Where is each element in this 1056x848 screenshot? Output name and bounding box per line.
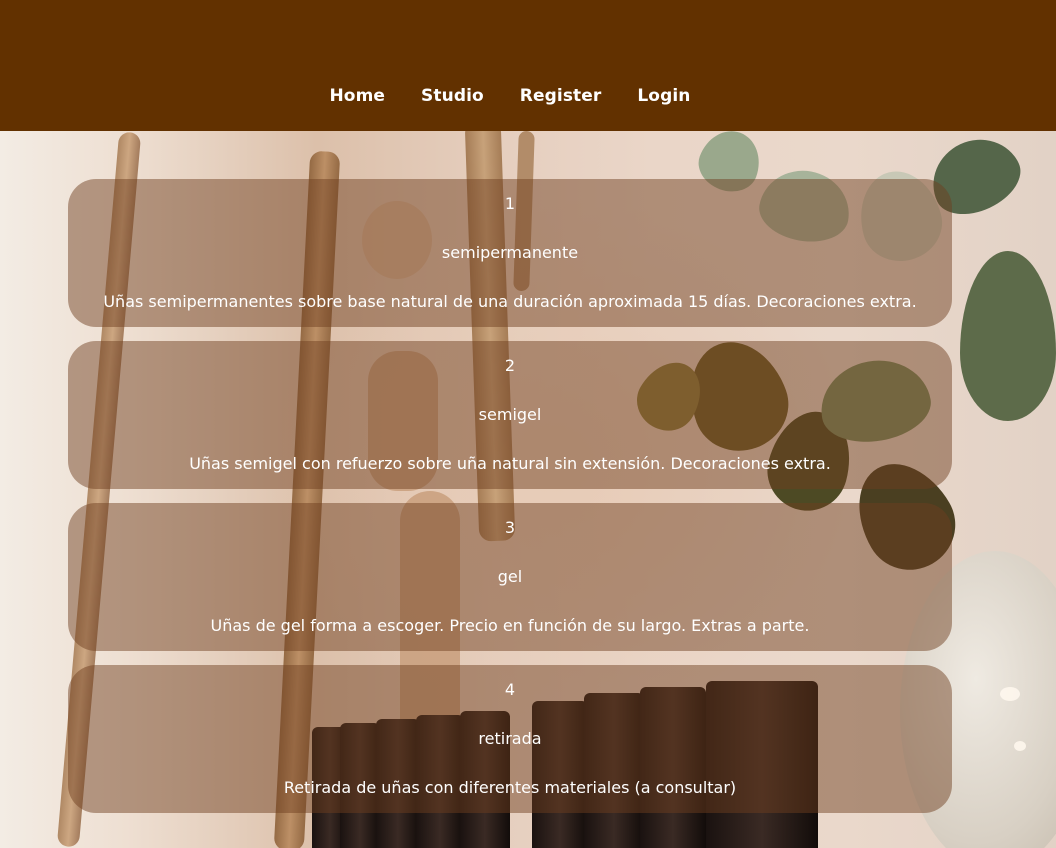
service-number: 4 xyxy=(504,680,516,699)
nav-link-home[interactable]: Home xyxy=(329,86,385,106)
service-name: semipermanente xyxy=(441,243,579,262)
nav-link-register[interactable]: Register xyxy=(520,86,602,106)
nav-link-studio[interactable]: Studio xyxy=(421,86,484,106)
service-description: Uñas semigel con refuerzo sobre uña natu… xyxy=(189,454,831,473)
service-description: Uñas de gel forma a escoger. Precio en f… xyxy=(210,616,810,635)
service-card: 4 retirada Retirada de uñas con diferent… xyxy=(68,665,952,813)
eucalyptus-leaf xyxy=(960,251,1056,421)
service-number: 2 xyxy=(504,356,516,375)
services-list: 1 semipermanente Uñas semipermanentes so… xyxy=(68,179,952,827)
nav-link-login[interactable]: Login xyxy=(637,86,690,106)
main-nav: Home Studio Register Login xyxy=(0,86,1020,106)
light-glare xyxy=(1014,741,1026,751)
service-description: Uñas semipermanentes sobre base natural … xyxy=(103,292,917,311)
service-name: gel xyxy=(497,567,523,586)
service-card: 2 semigel Uñas semigel con refuerzo sobr… xyxy=(68,341,952,489)
service-description: Retirada de uñas con diferentes material… xyxy=(283,778,737,797)
light-glare xyxy=(1000,687,1020,701)
service-card: 3 gel Uñas de gel forma a escoger. Preci… xyxy=(68,503,952,651)
service-card: 1 semipermanente Uñas semipermanentes so… xyxy=(68,179,952,327)
service-name: semigel xyxy=(478,405,542,424)
service-name: retirada xyxy=(478,729,542,748)
site-header: Home Studio Register Login xyxy=(0,0,1056,131)
service-number: 1 xyxy=(504,194,516,213)
service-number: 3 xyxy=(504,518,516,537)
